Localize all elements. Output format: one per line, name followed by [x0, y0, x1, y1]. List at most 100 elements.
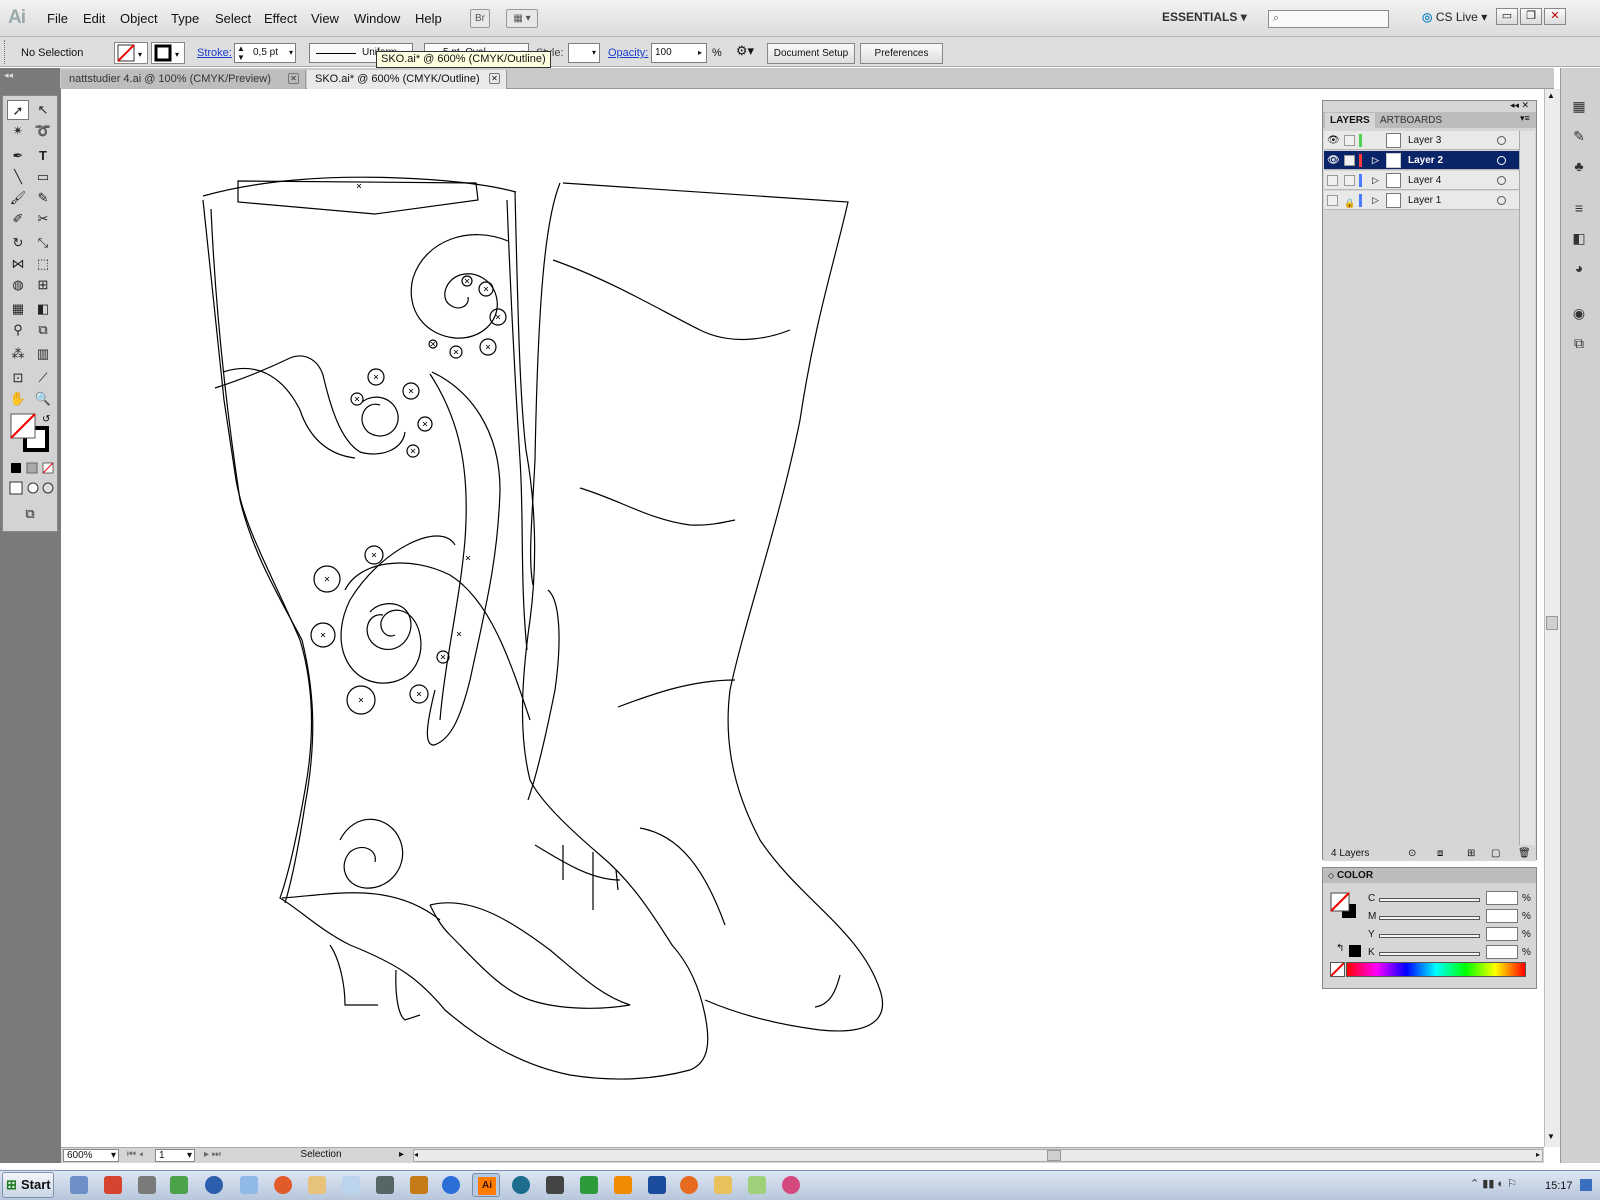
- new-sublayer-icon[interactable]: ⊞: [1467, 846, 1475, 861]
- rectangle-tool-icon[interactable]: ▭: [32, 167, 54, 187]
- pencil-tool-icon[interactable]: ✎: [32, 188, 54, 208]
- minimize-button[interactable]: ▭: [1496, 8, 1518, 25]
- collapse-icon[interactable]: ◂◂: [4, 70, 13, 81]
- menu-effect[interactable]: Effect: [264, 11, 297, 26]
- lock-icon[interactable]: 🔒: [1344, 194, 1355, 213]
- slice-tool-icon[interactable]: ⟋: [32, 368, 54, 388]
- type-tool-icon[interactable]: T: [32, 146, 54, 166]
- gradient-panel-icon[interactable]: ◧: [1568, 230, 1590, 250]
- rotate-tool-icon[interactable]: ↻: [7, 233, 29, 253]
- photoshop-icon[interactable]: [648, 1176, 666, 1194]
- symbols-icon[interactable]: ♣: [1568, 158, 1590, 178]
- maximize-button[interactable]: ❐: [1520, 8, 1542, 25]
- stroke-weight-field[interactable]: ▲ ▼ 0,5 pt ▾: [234, 43, 296, 63]
- zoom-field[interactable]: 600% ▾: [63, 1149, 119, 1162]
- scroll-thumb[interactable]: [1047, 1150, 1061, 1161]
- show-desktop-icon[interactable]: [1580, 1179, 1592, 1191]
- chrome-icon[interactable]: [274, 1176, 292, 1194]
- cyan-field[interactable]: [1486, 891, 1518, 905]
- utorrent-icon[interactable]: [580, 1176, 598, 1194]
- layer-row[interactable]: 👁 Layer 3: [1324, 131, 1519, 150]
- browser-icon[interactable]: [205, 1176, 223, 1194]
- mesh-tool-icon[interactable]: ▦: [7, 299, 29, 319]
- steam-icon[interactable]: [546, 1176, 564, 1194]
- status-menu-icon[interactable]: ▸: [399, 1149, 404, 1160]
- scroll-up-icon[interactable]: ▲: [1547, 91, 1555, 100]
- scroll-left-icon[interactable]: ◂: [414, 1150, 418, 1159]
- expand-triangle-icon[interactable]: ▷: [1372, 171, 1379, 190]
- lock-toggle[interactable]: [1344, 135, 1355, 146]
- tab-artboards[interactable]: ARTBOARDS: [1375, 113, 1447, 128]
- stroke-panel-icon[interactable]: ≡: [1568, 200, 1590, 220]
- free-transform-tool-icon[interactable]: ⬚: [32, 254, 54, 274]
- vlc-icon[interactable]: [614, 1176, 632, 1194]
- artboard-tool-icon[interactable]: ⊡: [7, 368, 29, 388]
- notes-icon[interactable]: [308, 1176, 326, 1194]
- hand-tool-icon[interactable]: ✋: [7, 389, 29, 409]
- line-tool-icon[interactable]: ╲: [7, 167, 29, 187]
- cslive-menu[interactable]: ◎ CS Live ▾: [1422, 10, 1487, 24]
- window-icon[interactable]: [240, 1176, 258, 1194]
- graphic-style-picker[interactable]: ▾: [568, 43, 600, 63]
- brushes-icon[interactable]: ✎: [1568, 128, 1590, 148]
- menu-edit[interactable]: Edit: [83, 11, 105, 26]
- pen-tool-icon[interactable]: ✒: [7, 146, 29, 166]
- screen-mode-icon[interactable]: ⧉: [19, 504, 41, 524]
- horizontal-scrollbar[interactable]: ◂ ▸: [413, 1149, 1543, 1162]
- selection-tool-icon[interactable]: ➚: [7, 100, 29, 120]
- menu-window[interactable]: Window: [354, 11, 400, 26]
- lightning-icon[interactable]: [442, 1176, 460, 1194]
- visibility-eye-icon[interactable]: 👁: [1327, 131, 1340, 150]
- black-slider[interactable]: [1379, 952, 1480, 956]
- paint-icon[interactable]: [104, 1176, 122, 1194]
- stroke-stepper-icon[interactable]: ▲ ▼: [237, 44, 245, 62]
- close-button[interactable]: ✕: [1544, 8, 1566, 25]
- tab-sko[interactable]: SKO.ai* @ 600% (CMYK/Outline) ✕: [307, 70, 507, 89]
- workspace-switcher[interactable]: ESSENTIALS ▾: [1162, 10, 1247, 24]
- folder-icon[interactable]: [714, 1176, 732, 1194]
- network-icon[interactable]: [748, 1176, 766, 1194]
- none-color-swatch[interactable]: [1330, 962, 1345, 977]
- yellow-field[interactable]: [1486, 927, 1518, 941]
- locate-object-icon[interactable]: ⊙: [1408, 846, 1416, 861]
- opacity-link[interactable]: Opacity:: [608, 47, 648, 59]
- help-search-input[interactable]: ⌕: [1268, 10, 1389, 28]
- vertical-scrollbar[interactable]: ▲ ▼: [1544, 89, 1560, 1147]
- tab-layers[interactable]: LAYERS: [1325, 113, 1375, 128]
- opacity-field[interactable]: 100 ▸: [651, 43, 707, 63]
- blob-brush-tool-icon[interactable]: ✐: [7, 209, 29, 229]
- target-circle-icon[interactable]: [1497, 176, 1506, 185]
- graphic-styles-icon[interactable]: ⧉: [1568, 335, 1590, 355]
- menu-object[interactable]: Object: [120, 11, 158, 26]
- panel-menu-icon[interactable]: ▾≡: [1520, 113, 1530, 124]
- layers-scrollbar[interactable]: [1519, 131, 1535, 845]
- stroke-swatch[interactable]: ▾: [151, 42, 185, 64]
- swap-color-icon[interactable]: ↰: [1336, 943, 1344, 954]
- tab-nattstudier[interactable]: nattstudier 4.ai @ 100% (CMYK/Preview) ✕: [61, 70, 306, 89]
- tools-icon[interactable]: [138, 1176, 156, 1194]
- visibility-toggle[interactable]: [1327, 195, 1338, 206]
- magenta-field[interactable]: [1486, 909, 1518, 923]
- bridge-button[interactable]: Br: [470, 9, 490, 28]
- draw-mode-buttons[interactable]: [9, 481, 57, 495]
- artboard-number-field[interactable]: 1 ▾: [155, 1149, 195, 1162]
- new-layer-icon[interactable]: ▢: [1491, 846, 1500, 861]
- yellow-slider[interactable]: [1379, 934, 1480, 938]
- last-color-swatch[interactable]: [1349, 945, 1361, 957]
- shape-builder-tool-icon[interactable]: ◍: [7, 275, 29, 295]
- security-icon[interactable]: [170, 1176, 188, 1194]
- magenta-slider[interactable]: [1379, 916, 1480, 920]
- preferences-button[interactable]: Preferences: [860, 43, 943, 64]
- scissors-tool-icon[interactable]: ✂: [32, 209, 54, 229]
- perspective-grid-tool-icon[interactable]: ⊞: [32, 275, 54, 295]
- black-field[interactable]: [1486, 945, 1518, 959]
- tray-icons[interactable]: ⌃ ▮▮ ◐ ⚐: [1470, 1177, 1517, 1190]
- color-mode-buttons[interactable]: [9, 461, 57, 475]
- eyedropper-tool-icon[interactable]: ⚲: [7, 320, 29, 340]
- layer-row[interactable]: 🔒 ▷ Layer 1: [1324, 191, 1519, 210]
- menu-view[interactable]: View: [311, 11, 339, 26]
- lock-toggle[interactable]: [1344, 175, 1355, 186]
- dosbox-icon[interactable]: [410, 1176, 428, 1194]
- scale-tool-icon[interactable]: ⤡: [32, 233, 54, 253]
- expand-icon[interactable]: ◇: [1328, 871, 1334, 880]
